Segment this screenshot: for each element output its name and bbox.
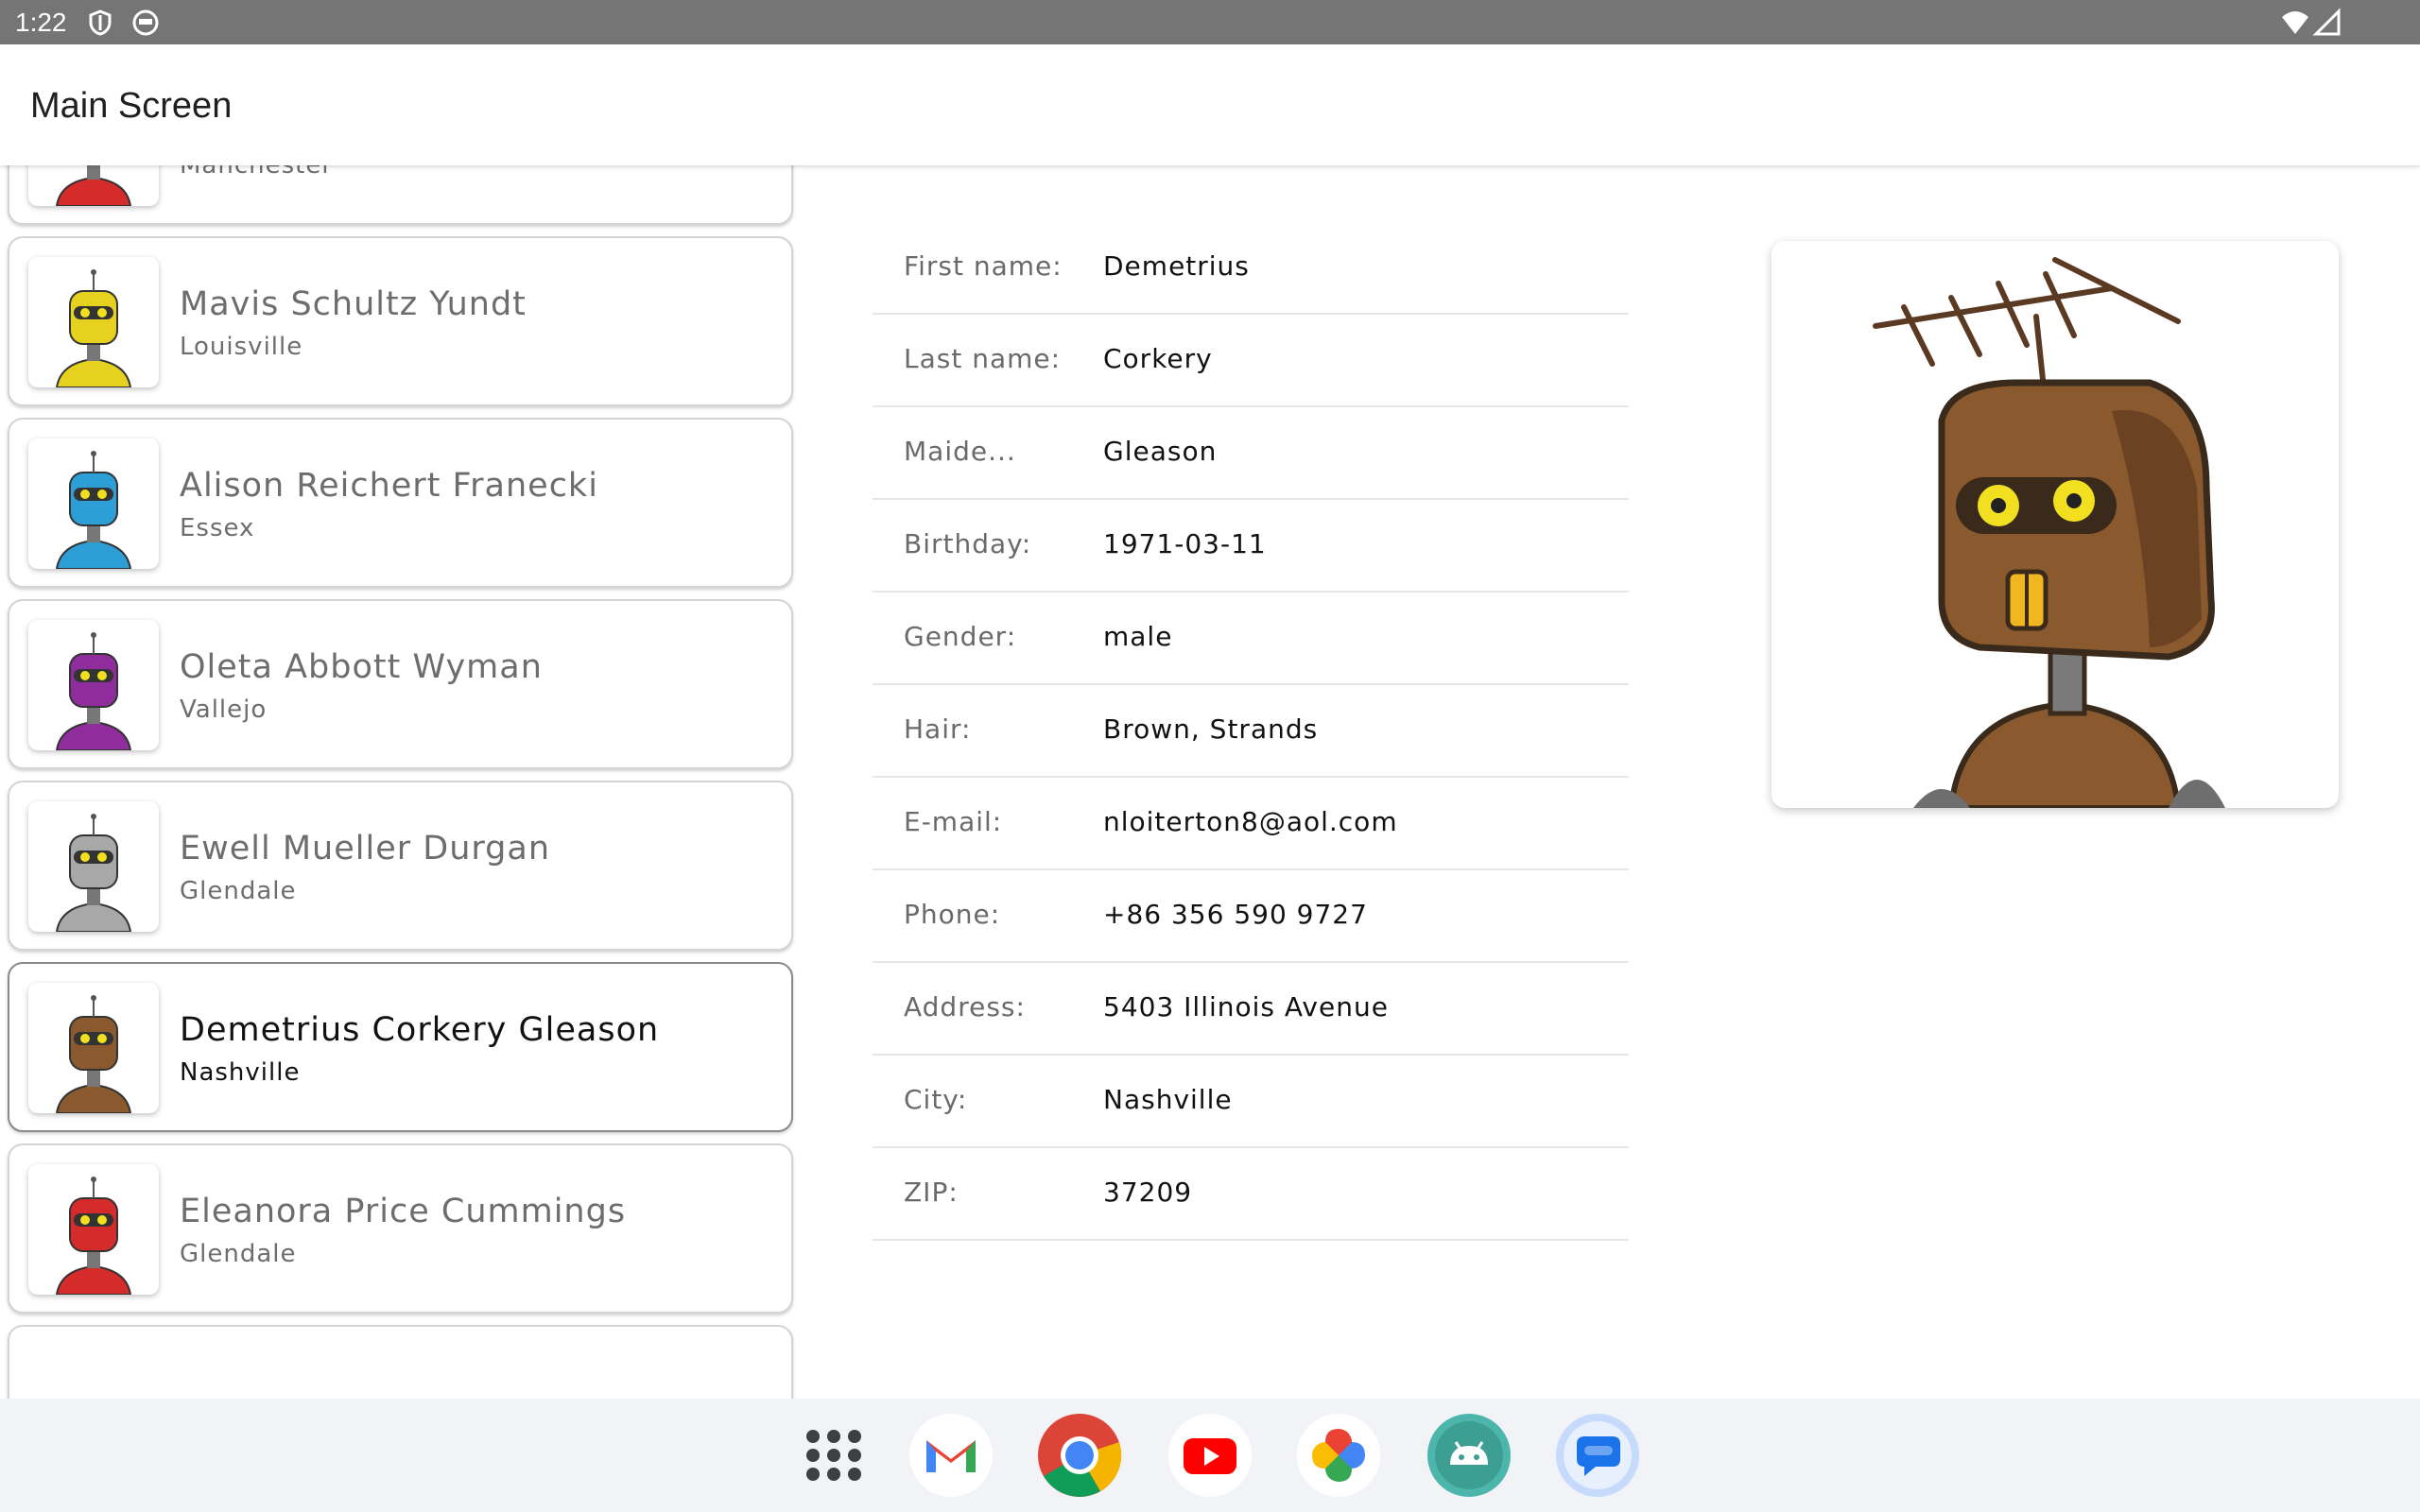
person-card[interactable]: Alison Reichert Franecki Essex <box>8 418 793 588</box>
person-card[interactable]: Miles Cummerata MaggioManchester <box>8 165 793 225</box>
robot-avatar-icon <box>55 1177 132 1295</box>
person-avatar <box>28 801 159 932</box>
person-city: Vallejo <box>180 696 268 724</box>
robot-avatar-icon <box>55 632 132 750</box>
detail-value: Gleason <box>1103 436 1218 467</box>
detail-value: Corkery <box>1103 343 1213 374</box>
person-name: Mavis Schultz Yundt <box>180 285 527 323</box>
app-bar: Main Screen <box>0 44 2420 165</box>
detail-label: Gender: <box>904 621 1017 652</box>
detail-row: Address: 5403 Illinois Avenue <box>873 963 1629 1056</box>
person-avatar <box>28 1164 159 1295</box>
detail-row: Maide... Gleason <box>873 407 1629 500</box>
detail-label: Phone: <box>904 899 1001 930</box>
detail-row: First name: Demetrius <box>873 222 1629 315</box>
robot-avatar-icon <box>55 995 132 1113</box>
person-city: Louisville <box>180 333 303 361</box>
gmail-icon[interactable] <box>908 1412 994 1499</box>
person-city: Glendale <box>180 877 297 905</box>
person-card[interactable]: Eleanora Price Cummings Glendale <box>8 1143 793 1314</box>
page-title: Main Screen <box>30 86 233 126</box>
youtube-icon[interactable] <box>1167 1412 1253 1499</box>
robot-avatar-icon <box>55 165 132 206</box>
taskbar <box>0 1399 2420 1512</box>
detail-label: Address: <box>904 991 1026 1022</box>
person-city: Glendale <box>180 1240 297 1268</box>
detail-value: Demetrius <box>1103 250 1250 282</box>
detail-value: Brown, Strands <box>1103 713 1319 745</box>
person-avatar <box>28 438 159 569</box>
robot-avatar-icon <box>55 814 132 932</box>
detail-row: Birthday: 1971-03-11 <box>873 500 1629 593</box>
person-city: Essex <box>180 514 255 542</box>
face-icon <box>130 8 161 38</box>
person-card[interactable] <box>8 1325 793 1399</box>
person-name: Eleanora Price Cummings <box>180 1193 627 1230</box>
detail-label: Birthday: <box>904 528 1032 559</box>
person-card[interactable]: Mavis Schultz Yundt Louisville <box>8 236 793 406</box>
detail-row: City: Nashville <box>873 1056 1629 1148</box>
detail-row: ZIP: 37209 <box>873 1148 1629 1241</box>
detail-value: 1971-03-11 <box>1103 528 1267 559</box>
person-card[interactable]: Ewell Mueller Durgan Glendale <box>8 781 793 951</box>
detail-row: Hair: Brown, Strands <box>873 685 1629 778</box>
messages-icon[interactable] <box>1554 1412 1641 1499</box>
detail-label: ZIP: <box>904 1177 959 1208</box>
person-avatar <box>28 620 159 750</box>
detail-label: Hair: <box>904 713 972 745</box>
detail-value: nloiterton8@aol.com <box>1103 806 1398 837</box>
status-bar: 1:22 <box>0 0 2420 44</box>
detail-label: First name: <box>904 250 1063 282</box>
person-name: Demetrius Corkery Gleason <box>180 1011 660 1049</box>
detail-row: Last name: Corkery <box>873 315 1629 407</box>
shield-icon <box>85 8 115 38</box>
detail-row: Phone: +86 356 590 9727 <box>873 870 1629 963</box>
detail-row: Gender: male <box>873 593 1629 685</box>
person-details: First name: Demetrius Last name: Corkery Mai… <box>873 222 1629 1241</box>
detail-value: Nashville <box>1103 1084 1233 1115</box>
detail-value: male <box>1103 621 1173 652</box>
person-name: Ewell Mueller Durgan <box>180 830 551 868</box>
person-card[interactable]: Oleta Abbott Wyman Vallejo <box>8 599 793 769</box>
detail-row: E-mail: nloiterton8@aol.com <box>873 778 1629 870</box>
person-avatar <box>28 165 159 206</box>
person-name: Oleta Abbott Wyman <box>180 648 543 686</box>
robot-avatar-icon <box>55 451 132 569</box>
status-time: 1:22 <box>15 8 67 37</box>
people-list[interactable]: Miles Cummerata MaggioManchester Mavis S… <box>0 165 804 1399</box>
brown-robot-avatar-icon <box>1873 257 2225 808</box>
robot-avatar-icon <box>55 269 132 387</box>
person-avatar <box>28 983 159 1113</box>
person-card[interactable]: Demetrius Corkery Gleason Nashville <box>8 962 793 1132</box>
person-city: Manchester <box>180 165 334 180</box>
detail-value: 37209 <box>1103 1177 1193 1208</box>
android-studio-icon[interactable] <box>1426 1412 1512 1499</box>
detail-label: E-mail: <box>904 806 1003 837</box>
detail-label: Maide... <box>904 436 1016 467</box>
person-avatar <box>28 257 159 387</box>
wifi-icon <box>2280 8 2310 38</box>
photos-icon[interactable] <box>1295 1412 1382 1499</box>
detail-value: +86 356 590 9727 <box>1103 899 1368 930</box>
chrome-icon[interactable] <box>1036 1412 1123 1499</box>
detail-value: 5403 Illinois Avenue <box>1103 991 1389 1022</box>
detail-label: Last name: <box>904 343 1062 374</box>
signal-icon <box>2312 8 2342 38</box>
detail-label: City: <box>904 1084 968 1115</box>
person-name: Alison Reichert Franecki <box>180 467 598 505</box>
app-drawer-icon[interactable] <box>790 1412 877 1499</box>
portrait-card <box>1772 241 2339 808</box>
person-city: Nashville <box>180 1058 301 1087</box>
